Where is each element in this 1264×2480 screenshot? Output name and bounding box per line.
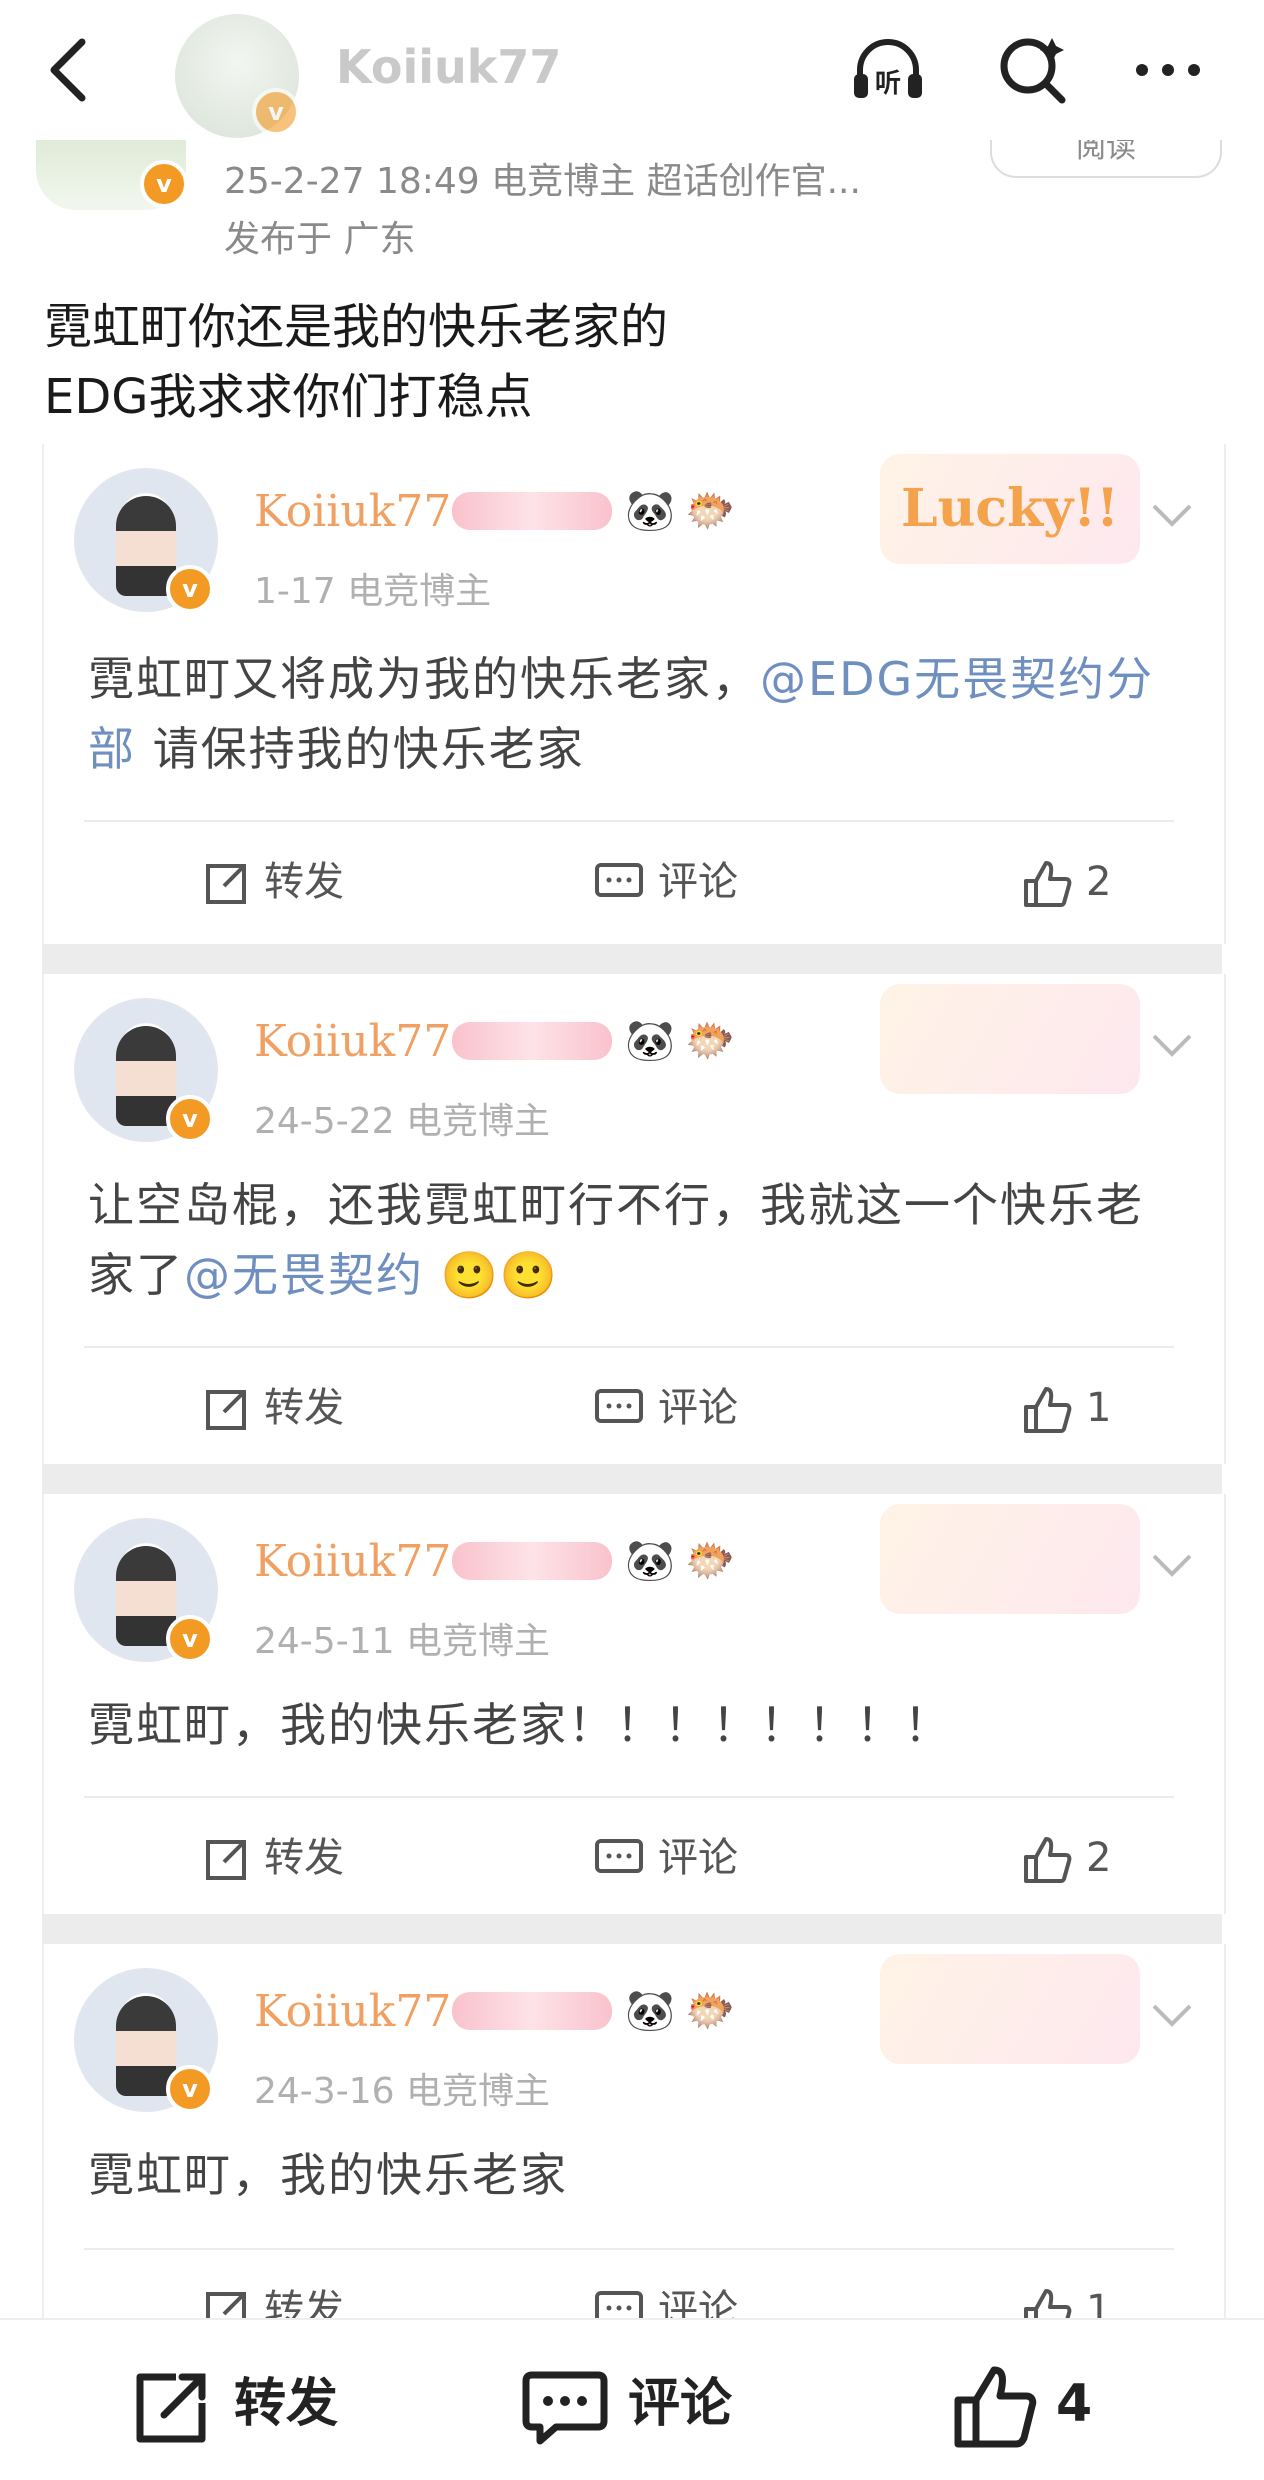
avatar[interactable]: v	[74, 1968, 218, 2113]
panda-icon: 🐼	[625, 1538, 675, 1584]
chevron-down-icon[interactable]	[1150, 2000, 1194, 2030]
repost-button[interactable]: 转发	[202, 1378, 344, 1438]
card-text: 霓虹町，我的快乐老家！！！！！！！！	[88, 1698, 952, 1752]
bottom-comment-button[interactable]: 评论	[520, 2364, 732, 2445]
repost-icon	[136, 2373, 206, 2443]
svg-text:听: 听	[875, 69, 901, 99]
comment-icon	[595, 863, 643, 897]
sticker-image	[880, 1504, 1140, 1614]
post-meta: 25-2-27 18:49 电竞博主 超话创作官...	[224, 161, 861, 202]
comment-icon	[595, 2291, 643, 2318]
badge-decoration	[452, 492, 612, 530]
card-actions: 转发 评论 1	[84, 2248, 1174, 2318]
comment-button[interactable]: 评论	[594, 1378, 738, 1438]
repost-button[interactable]: 转发	[202, 852, 344, 912]
fish-icon: 🐡	[685, 1018, 735, 1064]
post-location: 发布于 广东	[224, 219, 416, 260]
like-button[interactable]: 2	[1022, 1828, 1111, 1888]
like-icon	[1024, 2289, 1072, 2318]
card-actions: 转发 评论 2	[84, 820, 1174, 942]
search-icon[interactable]	[992, 30, 1072, 110]
top-bar: v Koiiuk77 听	[0, 0, 1264, 140]
card-username[interactable]: Koiiuk77	[254, 1016, 451, 1067]
avatar[interactable]: v	[74, 1518, 218, 1663]
quoted-post-card[interactable]: v Koiiuk77 🐼 🐡 24-5-11 电竞博主 霓虹町，我的快乐老家！！…	[42, 1494, 1226, 1914]
separator	[42, 944, 1222, 974]
panda-icon: 🐼	[625, 1018, 675, 1064]
repost-button[interactable]: 转发	[202, 2280, 344, 2318]
card-text: 霓虹町，我的快乐老家	[88, 2148, 568, 2202]
listen-icon[interactable]: 听	[848, 30, 928, 110]
bottom-repost-button[interactable]: 转发	[130, 2364, 338, 2444]
fish-icon: 🐡	[685, 1538, 735, 1584]
verified-badge-icon: v	[166, 1615, 214, 1663]
bottom-action-bar: 转发 评论 4	[0, 2318, 1264, 2480]
like-icon	[954, 2366, 1037, 2448]
like-button[interactable]: 1	[1022, 2280, 1111, 2318]
card-actions: 转发 评论 2	[84, 1796, 1174, 1918]
sticker-image	[880, 1954, 1140, 2064]
card-text: 让空岛棍，还我霓虹町行不行，我就这一个快乐老家了@无畏契约 🙂🙂	[88, 1178, 1144, 1302]
comment-icon	[595, 1389, 643, 1423]
card-text: 霓虹町又将成为我的快乐老家，@EDG无畏契约分部 请保持我的快乐老家	[88, 652, 1155, 776]
verified-badge-icon: v	[166, 1095, 214, 1143]
fish-icon: 🐡	[685, 1988, 735, 2034]
sticker-image: Lucky!!	[880, 454, 1140, 564]
comment-button[interactable]: 评论	[594, 852, 738, 912]
card-actions: 转发 评论 1	[84, 1346, 1174, 1468]
panda-icon: 🐼	[625, 488, 675, 534]
comment-icon	[595, 1839, 643, 1873]
top-username[interactable]: Koiiuk77	[336, 40, 561, 94]
chevron-down-icon[interactable]	[1150, 1550, 1194, 1580]
comment-button[interactable]: 评论	[594, 2280, 738, 2318]
card-username[interactable]: Koiiuk77	[254, 486, 451, 537]
card-username[interactable]: Koiiuk77	[254, 1536, 451, 1587]
more-icon[interactable]	[1128, 30, 1208, 110]
panda-icon: 🐼	[625, 1988, 675, 2034]
post-text: 霓虹町你还是我的快乐老家的 EDG我求求你们打稳点	[44, 292, 1224, 432]
sticker-image	[880, 984, 1140, 1094]
like-icon	[1024, 1387, 1072, 1433]
back-icon[interactable]	[40, 30, 100, 110]
author-verified-icon: v	[140, 160, 188, 208]
comment-button[interactable]: 评论	[594, 1828, 738, 1888]
chevron-down-icon[interactable]	[1150, 1030, 1194, 1060]
fish-icon: 🐡	[685, 488, 735, 534]
separator	[42, 1914, 1222, 1944]
repost-icon	[206, 2292, 246, 2318]
avatar[interactable]: v	[74, 998, 218, 1143]
bottom-like-button[interactable]: 4	[952, 2364, 1092, 2448]
like-icon	[1024, 1837, 1072, 1883]
badge-decoration	[452, 1542, 612, 1580]
repost-icon	[206, 864, 246, 904]
quoted-post-card[interactable]: v Koiiuk77 🐼 🐡 Lucky!! 1-17 电竞博主 霓虹町又将成为…	[42, 444, 1226, 944]
card-date: 1-17 电竞博主	[254, 571, 492, 612]
card-date: 24-5-22 电竞博主	[254, 1101, 550, 1142]
post-text-line: EDG我求求你们打稳点	[44, 369, 533, 425]
quoted-post-card[interactable]: v Koiiuk77 🐼 🐡 24-3-16 电竞博主 霓虹町，我的快乐老家 转…	[42, 1944, 1226, 2318]
separator	[42, 1464, 1222, 1494]
repost-button[interactable]: 转发	[202, 1828, 344, 1888]
comment-icon	[522, 2371, 608, 2445]
quoted-post-card[interactable]: v Koiiuk77 🐼 🐡 24-5-22 电竞博主 让空岛棍，还我霓虹町行不…	[42, 974, 1226, 1464]
card-date: 24-5-11 电竞博主	[254, 1621, 550, 1662]
verified-badge-icon: v	[166, 2065, 214, 2113]
verified-badge-icon: v	[252, 88, 300, 136]
repost-icon	[206, 1840, 246, 1880]
card-date: 24-3-16 电竞博主	[254, 2071, 550, 2112]
badge-decoration	[452, 1022, 612, 1060]
post-text-line: 霓虹町你还是我的快乐老家的	[44, 299, 669, 355]
repost-icon	[206, 1390, 246, 1430]
verified-badge-icon: v	[166, 565, 214, 613]
like-button[interactable]: 1	[1022, 1378, 1111, 1438]
mention-link[interactable]: @无畏契约	[184, 1248, 424, 1302]
card-username[interactable]: Koiiuk77	[254, 1986, 451, 2037]
badge-decoration	[452, 1992, 612, 2030]
avatar[interactable]: v	[74, 468, 218, 613]
like-icon	[1024, 861, 1072, 907]
chevron-down-icon[interactable]	[1150, 500, 1194, 530]
like-button[interactable]: 2	[1022, 852, 1111, 912]
